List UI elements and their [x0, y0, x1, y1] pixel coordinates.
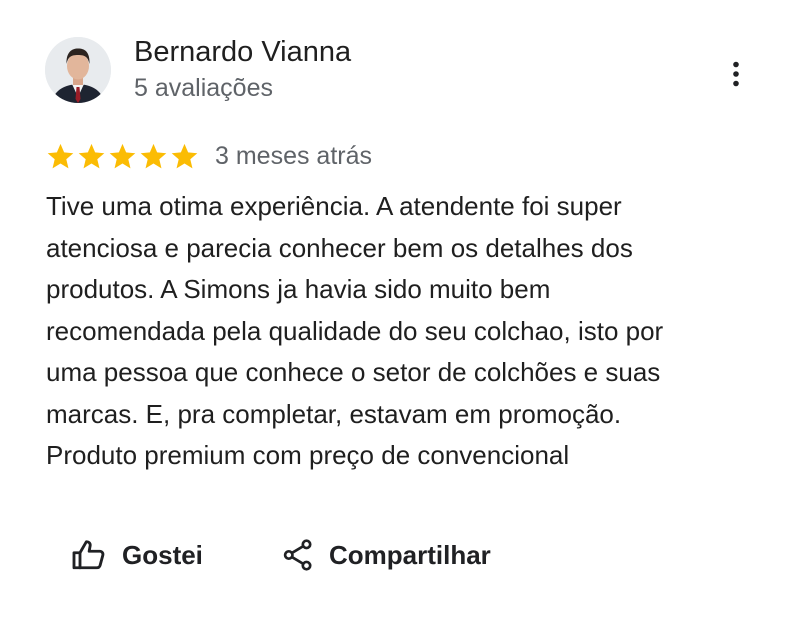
rating-row: 3 meses atrás [46, 139, 372, 173]
star-filled-icon [47, 143, 74, 168]
review-text: Tive uma otima experiência. A atendente … [46, 186, 746, 477]
more-vert-icon [733, 61, 739, 87]
author-avatar[interactable] [45, 37, 111, 103]
star-filled-icon [171, 143, 198, 168]
star-filled-icon [109, 143, 136, 168]
review-text-line: uma pessoa que conhece o setor de colchõ… [46, 357, 661, 387]
author-reviews-count[interactable]: 5 avaliações [134, 71, 273, 105]
review-text-line: recomendada pela qualidade do seu colcha… [46, 315, 664, 346]
review-text-line: Tive uma otima experiência. A atendente … [46, 191, 622, 221]
review-text-line: Produto premium com preço de convenciona… [46, 440, 570, 470]
star-filled-icon [78, 143, 105, 168]
more-options-button[interactable] [718, 56, 754, 92]
review-text-line: produtos. A Simons ja havia sido muito b… [46, 274, 551, 304]
review-text-line: marcas. E, pra completar, estavam em pro… [46, 398, 622, 429]
share-button[interactable]: Compartilhar [281, 533, 491, 577]
review-text-line: atenciosa e parecia conhecer bem os deta… [46, 232, 633, 263]
share-icon [283, 539, 312, 571]
avatar-photo [45, 37, 111, 103]
like-button[interactable]: Gostei [70, 533, 203, 577]
review-date: 3 meses atrás [215, 141, 373, 170]
star-filled-icon [140, 143, 167, 168]
like-label: Gostei [122, 539, 203, 570]
thumb-up-icon [72, 540, 105, 570]
share-label: Compartilhar [329, 539, 491, 570]
author-name[interactable]: Bernardo Vianna [134, 34, 351, 70]
star-rating [46, 142, 199, 171]
